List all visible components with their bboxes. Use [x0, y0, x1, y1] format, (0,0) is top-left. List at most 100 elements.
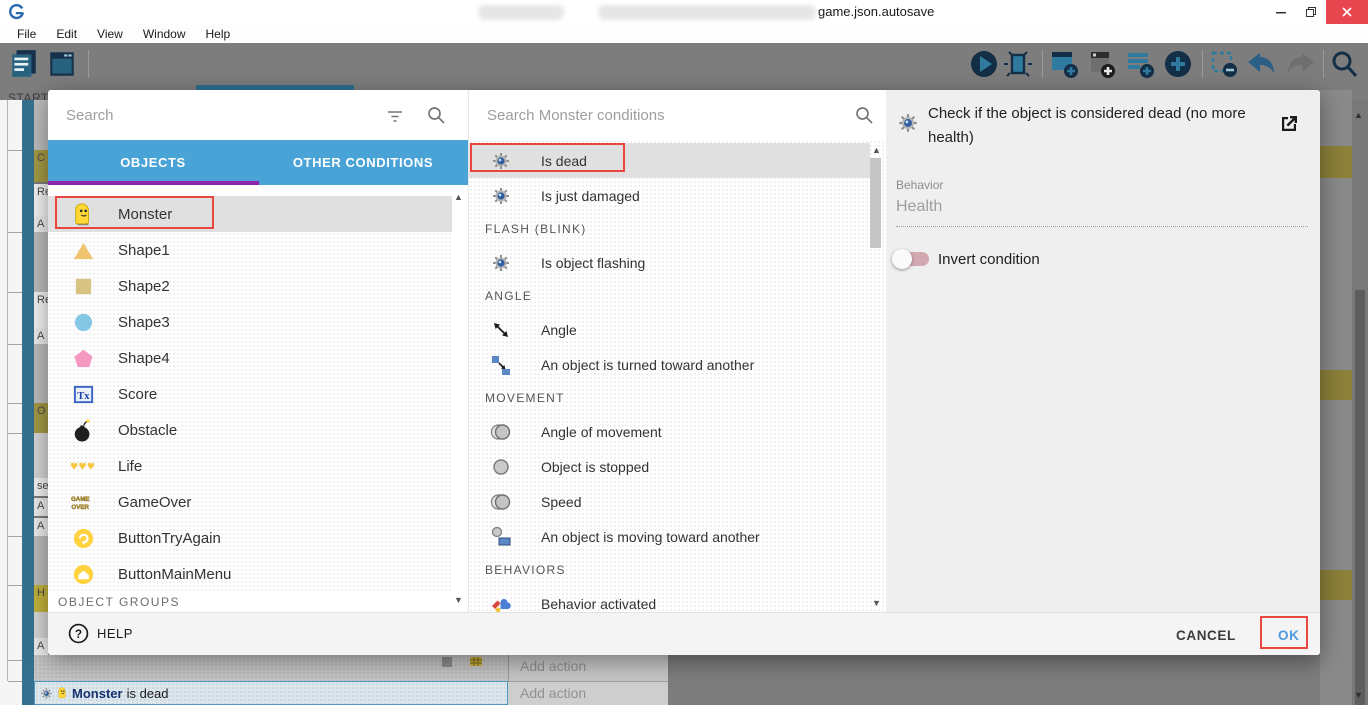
open-in-new-icon[interactable]	[1277, 112, 1301, 136]
scroll-up-icon[interactable]: ▲	[872, 145, 881, 155]
condition-row[interactable]: An object is moving toward another	[469, 519, 870, 554]
restore-button[interactable]	[1296, 0, 1326, 24]
event-condition-cell[interactable]	[34, 655, 508, 681]
object-row-shape1[interactable]: Shape1	[48, 232, 452, 268]
object-groups-header: OBJECT GROUPS	[58, 595, 180, 609]
object-row-buttonmainmenu[interactable]: ButtonMainMenu	[48, 556, 452, 592]
object-row-monster[interactable]: Monster	[48, 196, 452, 232]
menu-file[interactable]: File	[8, 25, 45, 43]
event-row-fragment	[34, 344, 48, 403]
add-event-button[interactable]	[1048, 48, 1080, 80]
remove-event-button[interactable]	[1208, 48, 1240, 80]
add-subevent-button[interactable]	[1124, 48, 1156, 80]
condition-row[interactable]: Is dead	[469, 143, 870, 178]
condition-row[interactable]: Angle	[469, 312, 870, 347]
speed-circles-icon	[489, 491, 513, 513]
close-button[interactable]	[1326, 0, 1368, 24]
event-row-fragment-text: A	[37, 520, 44, 532]
scroll-up-icon[interactable]: ▲	[1354, 110, 1363, 120]
movement-circles-icon	[489, 421, 513, 443]
search-toolbar-button[interactable]	[1328, 48, 1360, 80]
help-icon: ?	[68, 623, 89, 644]
condition-row[interactable]: Object is stopped	[469, 449, 870, 484]
object-row-shape2[interactable]: Shape2	[48, 268, 452, 304]
event-row-fragment: A	[34, 498, 48, 516]
condition-section-header: FLASH (BLINK)	[485, 213, 865, 245]
add-plus-button[interactable]	[1162, 48, 1194, 80]
object-label: ButtonTryAgain	[118, 530, 221, 547]
redo-button[interactable]	[1284, 48, 1316, 80]
event-condition-text: is dead	[127, 686, 169, 701]
object-row-obstacle[interactable]: Obstacle	[48, 412, 452, 448]
filter-icon[interactable]	[385, 106, 405, 126]
menu-help[interactable]: Help	[197, 25, 240, 43]
condition-label: Is object flashing	[541, 255, 645, 271]
events-scrollbar[interactable]: ▲ ▼	[1352, 100, 1368, 705]
undo-button[interactable]	[1244, 48, 1276, 80]
object-row-gameover[interactable]: GAMEOVER GameOver	[48, 484, 452, 520]
add-action-row[interactable]: Add action	[508, 655, 668, 674]
scroll-up-icon[interactable]: ▲	[454, 192, 463, 202]
menu-edit[interactable]: Edit	[47, 25, 86, 43]
condition-row[interactable]: Angle of movement	[469, 414, 870, 449]
search-icon[interactable]	[854, 105, 874, 125]
condition-section-header: ANGLE	[485, 280, 865, 312]
object-label: GameOver	[118, 494, 191, 511]
debug-button[interactable]	[1002, 48, 1034, 80]
condition-row[interactable]: An object is turned toward another	[469, 347, 870, 382]
condition-label: Angle	[541, 322, 577, 338]
help-label: HELP	[97, 626, 133, 641]
invert-condition-toggle[interactable]	[895, 252, 929, 266]
help-button[interactable]: ? HELP	[68, 623, 133, 644]
tab-objects[interactable]: OBJECTS	[48, 140, 258, 185]
add-action-row[interactable]: Add action	[508, 682, 668, 701]
events-tree-tick	[8, 585, 22, 586]
condition-search-input[interactable]	[485, 102, 825, 128]
remove-event-icon	[1208, 48, 1240, 80]
title-bar: game.json.autosave	[0, 0, 1368, 24]
object-row-score[interactable]: TxScore	[48, 376, 452, 412]
toolbar-separator	[88, 50, 89, 78]
doc-lines-button[interactable]	[8, 48, 40, 80]
condition-row[interactable]: Is object flashing	[469, 245, 870, 280]
home-icon	[70, 563, 96, 586]
condition-row[interactable]: Speed	[469, 484, 870, 519]
events-tree-tick	[8, 150, 22, 151]
active-tab-indicator	[48, 181, 259, 185]
object-row-life[interactable]: ♥♥♥Life	[48, 448, 452, 484]
object-row-shape3[interactable]: Shape3	[48, 304, 452, 340]
object-row-buttontryagain[interactable]: ButtonTryAgain	[48, 520, 452, 556]
ok-button[interactable]: OK	[1270, 621, 1307, 649]
object-search-input[interactable]	[64, 102, 364, 128]
menu-window[interactable]: Window	[134, 25, 195, 43]
svg-text:GAME: GAME	[71, 496, 89, 503]
event-row-fragment-text: A	[37, 500, 44, 512]
menu-view[interactable]: View	[88, 25, 132, 43]
minimize-button[interactable]	[1266, 0, 1296, 24]
redo-icon	[1284, 48, 1316, 80]
tab-other-conditions[interactable]: OTHER CONDITIONS	[258, 140, 468, 185]
cancel-button[interactable]: CANCEL	[1168, 621, 1244, 649]
condition-row[interactable]: Is just damaged	[469, 178, 870, 213]
condition-label: An object is turned toward another	[541, 357, 754, 373]
scene-window-button[interactable]	[46, 48, 78, 80]
svg-text:OVER: OVER	[71, 503, 89, 510]
play-button[interactable]	[968, 48, 1000, 80]
selected-event-condition[interactable]: Monster is dead	[34, 681, 508, 705]
scrollbar-thumb[interactable]	[1355, 290, 1365, 705]
condition-search-bar	[469, 90, 887, 140]
scroll-down-icon[interactable]: ▼	[1354, 690, 1363, 700]
object-row-shape4[interactable]: Shape4	[48, 340, 452, 376]
add-comment-button[interactable]	[1086, 48, 1118, 80]
scroll-down-icon[interactable]: ▼	[872, 598, 881, 608]
behavior-select[interactable]: Health	[896, 198, 942, 216]
scroll-down-icon[interactable]: ▼	[454, 595, 463, 605]
condition-row[interactable]: Behavior activated	[469, 586, 870, 612]
event-object-name: Monster	[72, 686, 123, 701]
add-plus-icon	[1162, 48, 1194, 80]
events-tree-tick	[8, 660, 22, 661]
event-action-cell[interactable]: Add action	[508, 655, 668, 681]
search-icon[interactable]	[426, 105, 446, 125]
event-action-cell[interactable]: Add action	[508, 681, 668, 705]
scrollbar-thumb[interactable]	[870, 158, 881, 248]
